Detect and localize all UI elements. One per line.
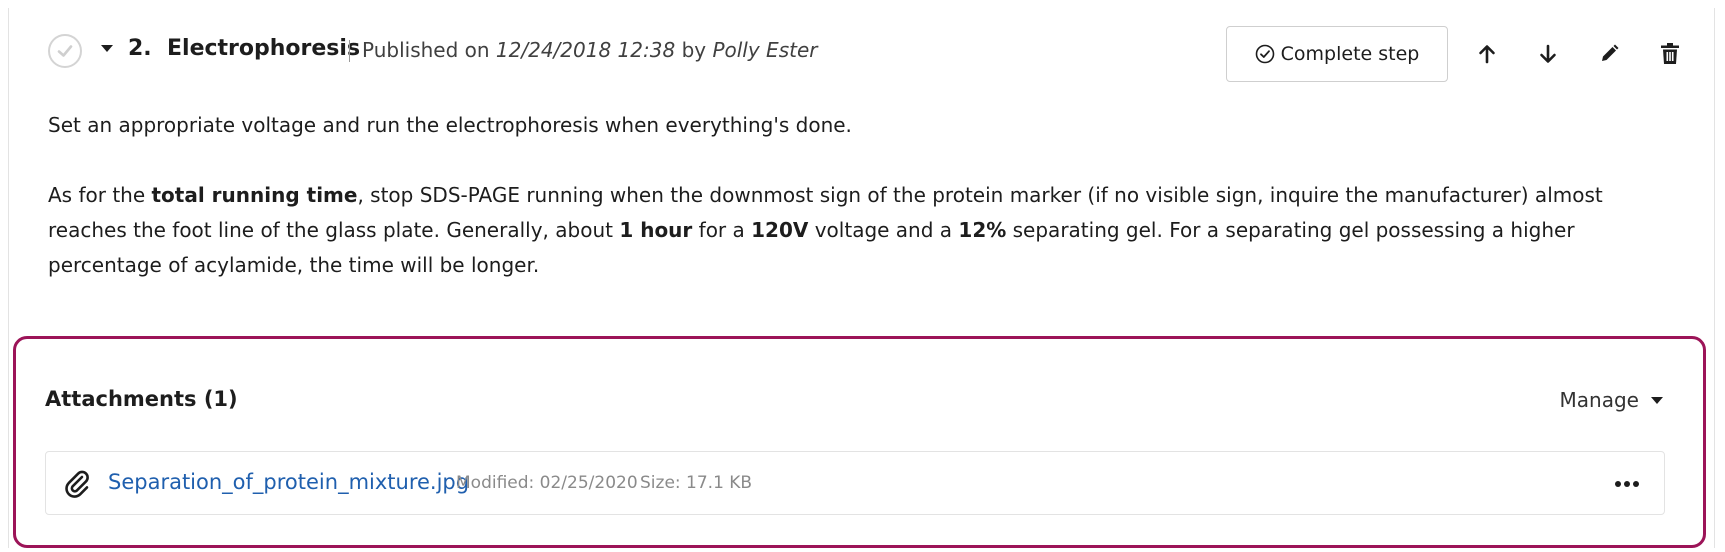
manage-label: Manage [1559,388,1639,412]
text-run: As for the [48,183,152,207]
arrow-down-icon [1540,44,1556,63]
step-name: Electrophoresis [167,36,361,61]
description-paragraph-2: As for the total running time, stop SDS-… [48,178,1678,283]
move-up-button[interactable] [1469,36,1505,72]
attachment-modified: Modified: 02/25/2020 [456,473,638,493]
complete-check-toggle[interactable] [48,34,82,68]
step-header: 2. Electrophoresis Published on 12/24/20… [9,26,1714,82]
bold-percentage: 12% [958,218,1007,242]
check-icon [57,45,73,57]
attachment-file-link[interactable]: Separation_of_protein_mixture.jpg [108,470,469,494]
title-separator [349,40,350,62]
by-label: by [681,38,707,62]
attachments-title: Attachments (1) [45,387,238,411]
attachment-row: Separation_of_protein_mixture.jpg Modifi… [45,451,1665,515]
more-options-icon[interactable] [1612,472,1642,496]
description-paragraph-1: Set an appropriate voltage and run the e… [48,113,852,137]
chevron-down-icon [1651,396,1663,404]
complete-step-button[interactable]: Complete step [1226,26,1448,82]
manage-dropdown[interactable]: Manage [1560,388,1663,412]
author-name: Polly Ester [712,38,818,62]
edit-button[interactable] [1591,36,1627,72]
published-info: Published on 12/24/2018 12:38 by Polly E… [362,38,817,62]
bold-running-time: total running time [151,183,358,207]
step-description: Set an appropriate voltage and run the e… [48,108,1678,283]
collapse-caret-icon[interactable] [101,45,113,52]
attachments-section: Attachments (1) Manage Separation_of_pro… [13,336,1706,548]
bold-duration: 1 hour [619,218,693,242]
step-title: 2. Electrophoresis [128,36,360,61]
paperclip-icon [65,470,89,498]
published-date: 12/24/2018 12:38 [495,38,676,62]
text-run: voltage and a [808,218,959,242]
arrow-up-icon [1479,45,1495,64]
move-down-button[interactable] [1530,36,1566,72]
text-run: for a [692,218,752,242]
complete-step-label: Complete step [1280,43,1420,65]
bold-voltage: 120V [751,218,809,242]
pencil-icon [1602,44,1619,61]
step-number: 2. [128,36,152,61]
circle-check-icon [1255,44,1274,64]
delete-button[interactable] [1652,36,1688,72]
published-prefix: Published on [362,38,490,62]
attachment-size: Size: 17.1 KB [640,473,753,493]
trash-icon [1661,43,1679,64]
